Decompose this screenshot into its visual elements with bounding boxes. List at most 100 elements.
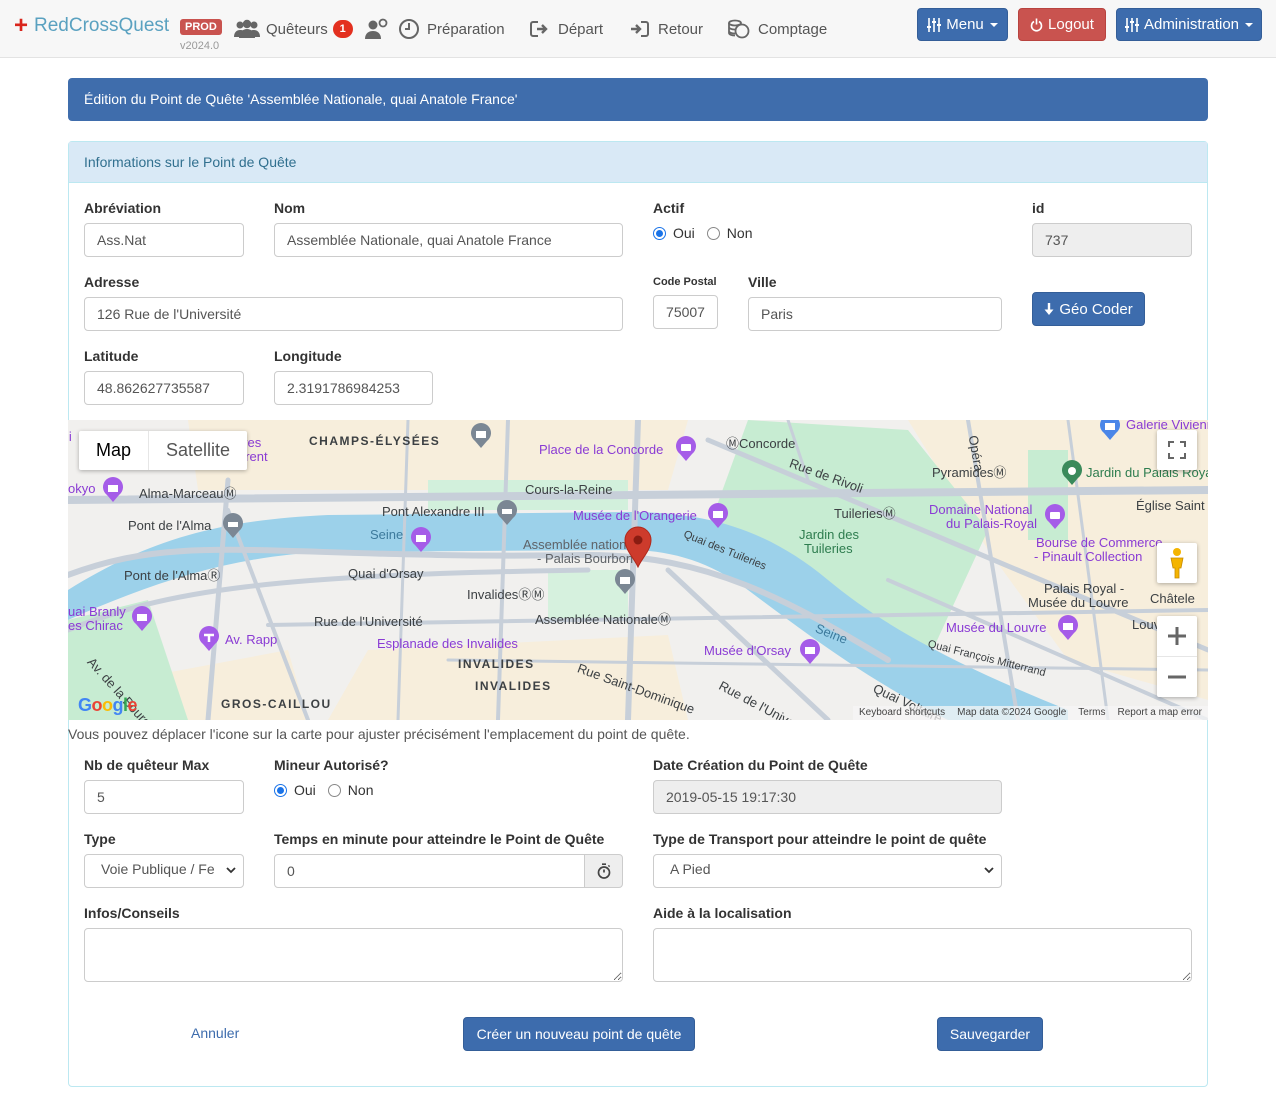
nav-depart-label: Départ (558, 20, 604, 38)
active-label: Actif (653, 200, 685, 216)
postal-code-label: Code Postal (653, 276, 717, 288)
map-label: Cours-la-Reine (525, 482, 613, 497)
city-input[interactable] (748, 297, 1002, 331)
map-label: - Palais Bourbon (537, 551, 634, 566)
save-button[interactable]: Sauvegarder (937, 1017, 1043, 1051)
location-help-label: Aide à la localisation (653, 905, 792, 921)
brand-link[interactable]: + RedCrossQuest (14, 14, 169, 38)
advice-textarea[interactable] (84, 928, 623, 982)
map-label: TuileriesⓂ (834, 506, 896, 521)
create-new-point-button[interactable]: Créer un nouveau point de quête (463, 1017, 695, 1051)
camera-pin-icon (676, 436, 696, 461)
minor-oui-radio[interactable] (274, 783, 287, 797)
menu-dropdown-button[interactable]: Menu (917, 8, 1008, 41)
minor-non-option[interactable]: Non (327, 782, 373, 798)
administration-dropdown-button[interactable]: Administration (1116, 8, 1262, 41)
report-map-error-link[interactable]: Report a map error (1112, 706, 1208, 720)
arrow-down-icon (1044, 302, 1054, 315)
google-map[interactable]: li ves urent CHAMPS-ÉLYSÉES Place de la … (68, 420, 1208, 720)
users-icon (234, 19, 260, 38)
map-label: Église Saint (1136, 498, 1205, 513)
id-input (1032, 223, 1192, 257)
map-label: INVALIDES (458, 657, 535, 671)
queteurs-count-badge: 1 (332, 20, 353, 38)
zoom-out-button[interactable] (1157, 657, 1197, 697)
longitude-input[interactable] (274, 371, 433, 405)
active-non-label: Non (726, 225, 753, 241)
max-queteurs-input[interactable] (84, 780, 244, 814)
active-non-option[interactable]: Non (706, 225, 753, 241)
map-label: es Chirac (68, 618, 123, 633)
terms-link[interactable]: Terms (1072, 706, 1111, 720)
landmark-pin-icon (199, 626, 219, 651)
street-view-button[interactable] (1157, 543, 1197, 583)
nav-queteurs[interactable]: Quêteurs 1 (233, 14, 353, 44)
monument-pin-icon (615, 569, 635, 594)
map-label: Place de la Concorde (539, 442, 664, 457)
stopwatch-addon (584, 854, 623, 888)
map-label: Louv (1132, 617, 1161, 632)
map-label: Seine (370, 527, 404, 542)
location-help-textarea[interactable] (653, 928, 1192, 982)
abbreviation-label: Abréviation (84, 200, 162, 216)
active-oui-radio[interactable] (653, 226, 666, 240)
nav-depart[interactable]: Départ (529, 14, 603, 44)
max-queteurs-label: Nb de quêteur Max (84, 757, 210, 773)
type-select[interactable]: Voie Publique / Fe (84, 854, 244, 888)
transport-type-select[interactable]: A Pied (653, 854, 1002, 888)
caret-down-icon (989, 22, 998, 27)
minor-non-radio[interactable] (327, 783, 341, 797)
location-marker-icon[interactable] (624, 526, 652, 568)
zoom-in-button[interactable] (1157, 617, 1197, 657)
nav-retour[interactable]: Retour (629, 14, 703, 44)
latitude-input[interactable] (84, 371, 244, 405)
map-label: Musée d'Orsay (704, 643, 792, 658)
name-input[interactable] (274, 223, 623, 257)
sign-out-icon (530, 21, 548, 37)
bridge-pin-icon (223, 513, 243, 538)
map-type-satellite-button[interactable]: Satellite (149, 431, 247, 470)
postal-code-input[interactable] (653, 295, 718, 329)
keyboard-shortcuts-link[interactable]: Keyboard shortcuts (853, 706, 951, 720)
map-label: Av. Rapp (225, 632, 278, 647)
nav-preparation[interactable]: Préparation (398, 14, 505, 44)
bridge-pin-icon (497, 500, 517, 525)
minor-oui-option[interactable]: Oui (274, 782, 316, 798)
map-label: Esplanade des Invalides (377, 636, 518, 651)
map-label: uai Branly (68, 604, 126, 619)
pegman-icon (1170, 548, 1184, 579)
cancel-button[interactable]: Annuler (191, 1025, 239, 1041)
camera-pin-icon (1045, 504, 1065, 529)
plus-icon (1168, 627, 1186, 645)
map-label: Musée du Louvre (946, 620, 1047, 635)
geocode-button[interactable]: Géo Coder (1032, 292, 1145, 326)
minor-oui-label: Oui (294, 782, 316, 798)
map-label: GROS-CAILLOU (221, 697, 332, 711)
museum-pin-icon (708, 503, 728, 528)
transport-type-select-wrapper: A Pied (653, 854, 1002, 888)
map-label: Palais Royal - (1044, 581, 1125, 596)
travel-time-input[interactable] (274, 854, 585, 888)
id-label: id (1032, 200, 1045, 216)
address-input[interactable] (84, 297, 623, 331)
caret-down-icon (1245, 22, 1254, 27)
abbreviation-input[interactable] (84, 223, 244, 257)
map-label: du Palais-Royal (946, 516, 1038, 531)
map-label: Rue de l'Université (314, 614, 423, 629)
menu-button-label: Menu (946, 16, 984, 33)
power-icon (1030, 18, 1043, 32)
active-non-radio[interactable] (706, 226, 720, 240)
map-footer: Keyboard shortcuts Map data ©2024 Google… (852, 706, 1208, 720)
logout-button[interactable]: Logout (1018, 8, 1106, 41)
map-help-text: Vous pouvez déplacer l'icone sur la cart… (68, 726, 690, 742)
map-label: Musée de l'Orangerie (573, 508, 697, 523)
nav-comptage[interactable]: Comptage (727, 14, 827, 44)
map-label: Châtele (1150, 591, 1195, 606)
active-oui-option[interactable]: Oui (653, 225, 695, 241)
fullscreen-button[interactable] (1157, 430, 1197, 470)
map-label: Jardin des (799, 527, 859, 542)
map-type-map-button[interactable]: Map (79, 431, 150, 470)
nav-add-queteur[interactable] (364, 14, 395, 44)
map-label: ⓂConcorde (726, 436, 796, 451)
active-oui-label: Oui (673, 225, 695, 241)
